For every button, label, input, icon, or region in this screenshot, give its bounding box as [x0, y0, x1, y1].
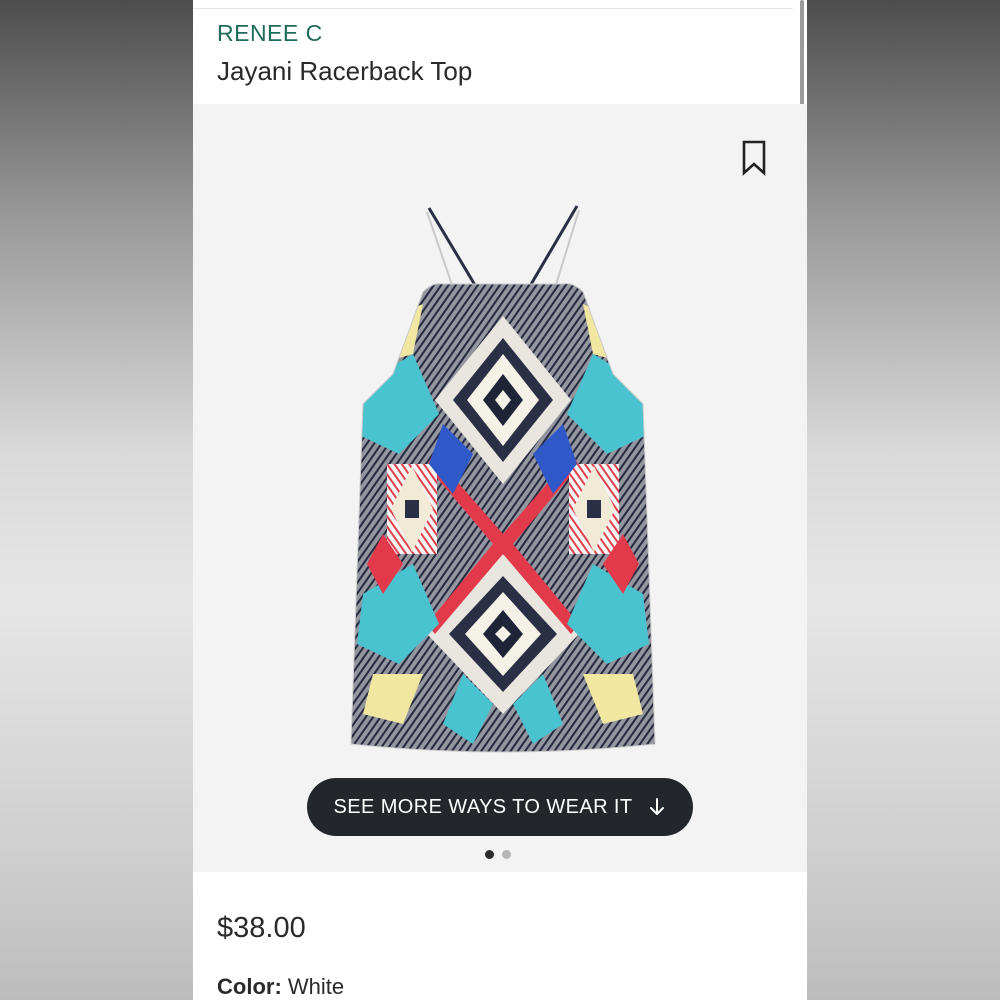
divider	[193, 8, 793, 9]
arrow-down-icon	[650, 798, 665, 815]
carousel-dot-1[interactable]	[485, 850, 494, 859]
product-title: Jayani Racerback Top	[217, 56, 473, 86]
see-more-ways-button[interactable]: SEE MORE WAYS TO WEAR IT	[307, 778, 693, 836]
color-label: Color:	[217, 974, 282, 999]
see-more-ways-label: SEE MORE WAYS TO WEAR IT	[333, 795, 633, 818]
product-image	[350, 205, 656, 753]
bookmark-icon[interactable]	[741, 140, 767, 176]
carousel-dot-2[interactable]	[502, 850, 511, 859]
color-value: White	[287, 974, 345, 999]
product-screen: RENEE C Jayani Racerback Top SEE MORE WA…	[193, 0, 807, 1000]
product-price: $38.00	[217, 912, 306, 944]
color-selection: Color: White	[217, 974, 344, 1000]
carousel-dots	[485, 850, 511, 859]
brand-name[interactable]: RENEE C	[217, 20, 323, 47]
product-image-gallery[interactable]: SEE MORE WAYS TO WEAR IT	[193, 104, 807, 872]
